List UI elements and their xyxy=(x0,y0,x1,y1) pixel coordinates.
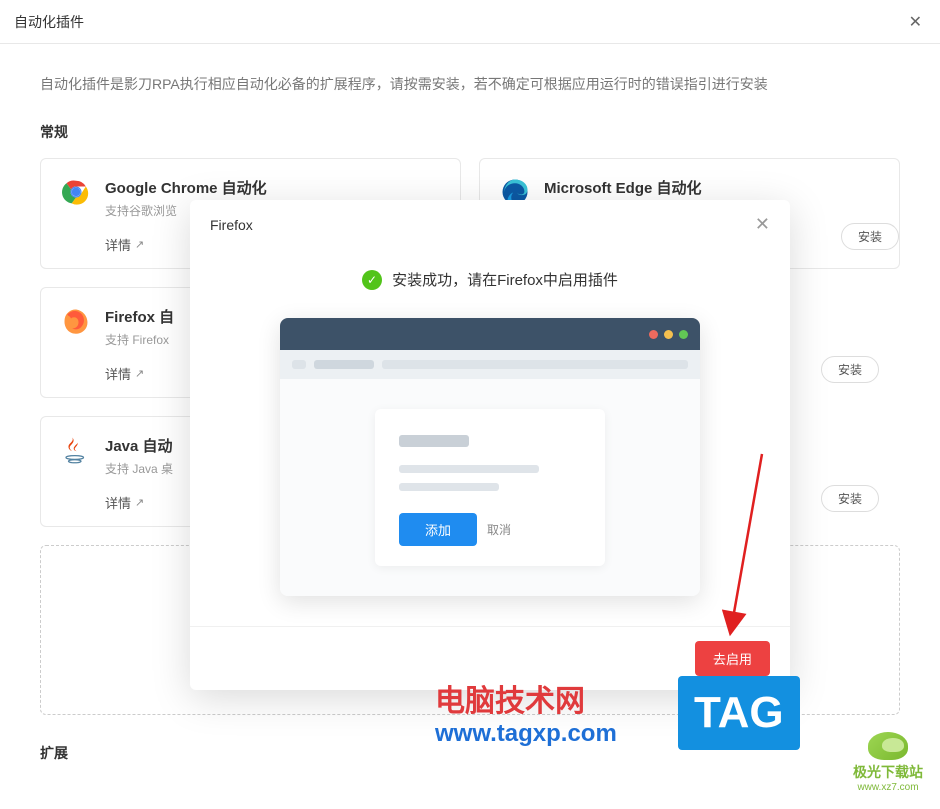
install-button[interactable]: 安装 xyxy=(821,485,879,512)
firefox-dialog: Firefox ✕ ✓ 安装成功，请在Firefox中启用插件 xyxy=(190,200,790,690)
header: 自动化插件 ✕ xyxy=(0,0,940,44)
close-icon[interactable]: ✕ xyxy=(905,8,926,36)
watermark-tagxp: 电脑技术网 www.tagxp.com xyxy=(435,676,617,748)
detail-link[interactable]: 详情↗ xyxy=(105,364,144,383)
dialog-title: Firefox xyxy=(210,217,253,233)
mock-add-button: 添加 xyxy=(399,513,477,546)
java-icon xyxy=(61,435,91,465)
chrome-icon xyxy=(61,177,91,207)
intro-text: 自动化插件是影刀RPA执行相应自动化必备的扩展程序，请按需安装，若不确定可根据应… xyxy=(40,74,900,94)
xz7-logo-icon xyxy=(868,732,908,760)
install-button[interactable]: 安装 xyxy=(841,223,899,250)
detail-link[interactable]: 详情↗ xyxy=(105,235,144,254)
check-circle-icon: ✓ xyxy=(362,270,382,290)
firefox-icon xyxy=(61,306,91,336)
section-general: 常规 xyxy=(40,122,900,142)
window-title: 自动化插件 xyxy=(14,12,84,32)
dialog-close-icon[interactable]: ✕ xyxy=(755,214,770,235)
external-link-icon: ↗ xyxy=(135,367,144,380)
detail-link[interactable]: 详情↗ xyxy=(105,493,144,512)
mock-browser-illustration: 添加 取消 xyxy=(280,318,700,596)
external-link-icon: ↗ xyxy=(135,496,144,509)
card-title: Google Chrome 自动化 xyxy=(105,177,440,198)
watermark-tag: TAG xyxy=(678,676,800,750)
card-title: Microsoft Edge 自动化 xyxy=(544,177,879,198)
external-link-icon: ↗ xyxy=(135,238,144,251)
go-enable-button[interactable]: 去启用 xyxy=(695,641,770,676)
install-button[interactable]: 安装 xyxy=(821,356,879,383)
mock-cancel-label: 取消 xyxy=(487,521,511,538)
watermark-xz7: 极光下载站 www.xz7.com xyxy=(853,732,923,793)
success-message: ✓ 安装成功，请在Firefox中启用插件 xyxy=(230,269,750,290)
